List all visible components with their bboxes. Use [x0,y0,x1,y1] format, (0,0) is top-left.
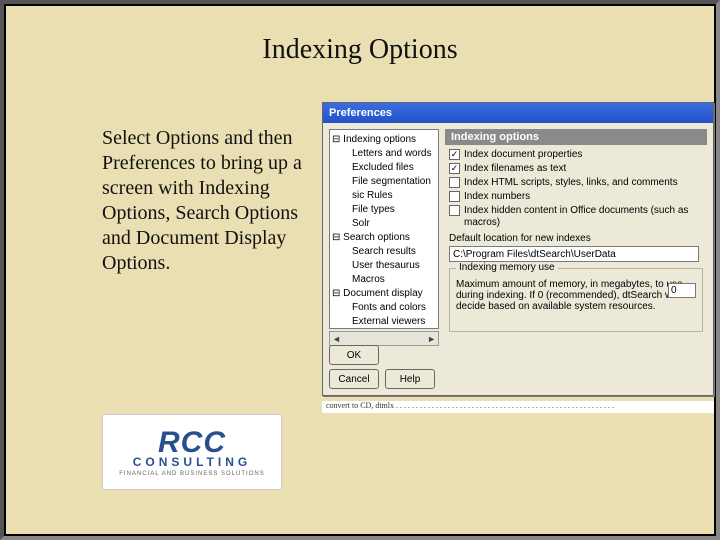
chk-hidden[interactable] [449,205,460,216]
default-location-label: Default location for new indexes [445,231,707,246]
tree-user-thesaurus[interactable]: User thesaurus [332,259,436,273]
chk-html-row: Index HTML scripts, styles, links, and c… [445,177,707,191]
right-pane: Indexing options ✓ Index document proper… [445,129,707,395]
dialog-body: Indexing options Letters and words Exclu… [323,123,713,395]
slide-bg: Indexing Options Select Options and then… [6,6,714,534]
chk-doc-properties-label: Index document properties [464,149,582,161]
memory-description: Maximum amount of memory, in megabytes, … [456,279,696,312]
logo-text-tagline: FINANCIAL AND BUSINESS SOLUTIONS [119,471,264,477]
ok-button[interactable]: OK [329,345,379,365]
footer-strip: convert to CD, dtmlx . . . . . . . . . .… [322,401,714,413]
chk-numbers-row: Index numbers [445,191,707,205]
logo-text-main: RCC [158,428,226,458]
slide-title: Indexing Options [6,34,714,66]
tree-document-display[interactable]: Document display [332,287,436,301]
chk-html[interactable] [449,177,460,188]
tree-solr[interactable]: Solr [332,217,436,231]
chk-doc-properties-row: ✓ Index document properties [445,149,707,163]
button-bar-1: OK [329,345,379,365]
tree-search-options[interactable]: Search options [332,231,436,245]
memory-value-input[interactable] [668,283,696,298]
default-location-input[interactable] [449,246,699,262]
slide-body-text: Select Options and then Preferences to b… [102,126,302,276]
cancel-button[interactable]: Cancel [329,369,379,389]
dialog-title: Preferences [329,107,392,119]
tree-file-types[interactable]: File types [332,203,436,217]
tree-indexing-options[interactable]: Indexing options [332,133,436,147]
chk-numbers-label: Index numbers [464,191,530,203]
tree-macros[interactable]: Macros [332,273,436,287]
memory-group-legend: Indexing memory use [456,262,558,273]
logo-text-sub: CONSULTING [133,456,251,468]
tree-search-results[interactable]: Search results [332,245,436,259]
scroll-left-icon[interactable]: ◄ [332,334,341,344]
tree-letters-words[interactable]: Letters and words [332,147,436,161]
logo: RCC CONSULTING FINANCIAL AND BUSINESS SO… [102,414,282,490]
tree-fonts-colors[interactable]: Fonts and colors [332,301,436,315]
tree-horizontal-scrollbar[interactable]: ◄ ► [329,331,439,346]
tree-sic-rules[interactable]: sic Rules [332,189,436,203]
chk-hidden-row: Index hidden content in Office documents… [445,205,707,231]
options-tree[interactable]: Indexing options Letters and words Exclu… [329,129,439,329]
tree-external-viewers[interactable]: External viewers [332,315,436,329]
slide-frame: Indexing Options Select Options and then… [0,0,720,540]
chk-filenames-row: ✓ Index filenames as text [445,163,707,177]
chk-filenames-label: Index filenames as text [464,163,566,175]
memory-groupbox: Indexing memory use Maximum amount of me… [449,268,703,332]
help-button[interactable]: Help [385,369,435,389]
tree-file-segmentation[interactable]: File segmentation [332,175,436,189]
button-bar-2: Cancel Help [329,369,435,389]
dialog-titlebar[interactable]: Preferences [323,103,713,123]
preferences-dialog: Preferences Indexing options Letters and… [322,102,714,396]
chk-numbers[interactable] [449,191,460,202]
chk-hidden-label: Index hidden content in Office documents… [464,205,703,229]
section-header: Indexing options [445,129,707,145]
chk-html-label: Index HTML scripts, styles, links, and c… [464,177,678,189]
scroll-right-icon[interactable]: ► [427,334,436,344]
chk-filenames[interactable]: ✓ [449,163,460,174]
tree-excluded-files[interactable]: Excluded files [332,161,436,175]
chk-doc-properties[interactable]: ✓ [449,149,460,160]
